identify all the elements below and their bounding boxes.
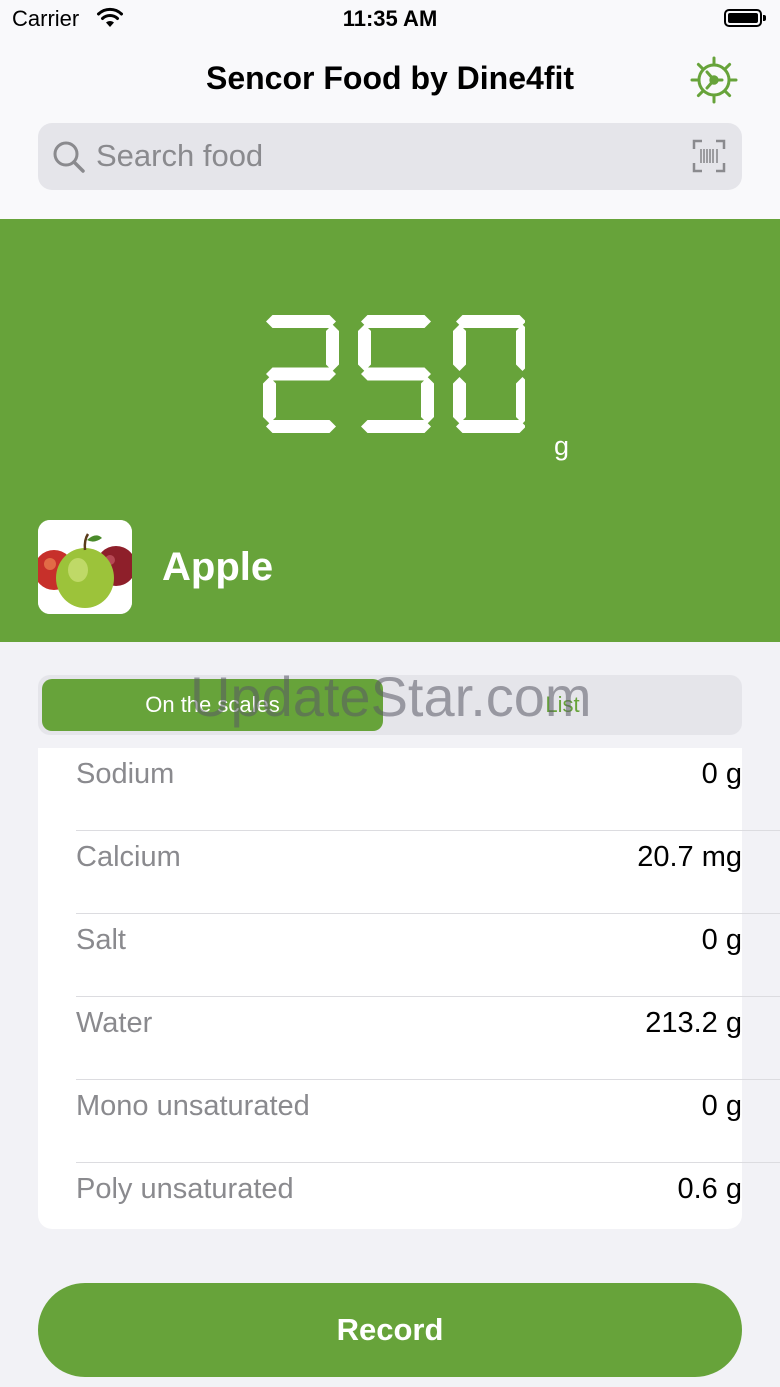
nutrient-row: Poly unsaturated 0.6 g [76, 1163, 742, 1246]
digit-segment [361, 315, 431, 328]
digit-segment [263, 377, 276, 424]
nutrient-name: Salt [76, 924, 126, 956]
nutrient-value: 0 g [701, 1090, 742, 1122]
nutrient-name: Sodium [76, 758, 175, 790]
food-image [38, 520, 132, 614]
scale-weight-display [263, 315, 525, 433]
food-name: Apple [162, 545, 274, 589]
search-input[interactable] [96, 133, 656, 179]
digit-segment [266, 420, 336, 433]
nutrient-value: 20.7 mg [637, 841, 742, 873]
nutrient-row: Mono unsaturated 0 g [76, 1080, 780, 1163]
digit-segment [358, 324, 371, 371]
nutrient-row: Calcium 20.7 mg [76, 831, 780, 914]
nutrient-value: 0.6 g [677, 1173, 743, 1205]
barcode-scan-icon[interactable] [692, 139, 726, 173]
record-button[interactable]: Record [38, 1283, 742, 1377]
nutrient-row: Water 213.2 g [76, 997, 780, 1080]
digit-segment [421, 377, 434, 424]
gear-icon[interactable] [690, 56, 738, 104]
search-icon [53, 141, 85, 173]
status-time: 11:35 AM [342, 6, 438, 31]
status-bar: Carrier 11:35 AM [0, 0, 780, 40]
nutrient-value: 0 g [701, 924, 742, 956]
digit-segment [361, 367, 431, 381]
weight-unit: g [554, 431, 570, 461]
search-bar[interactable] [38, 123, 742, 190]
nutrient-name: Mono unsaturated [76, 1090, 310, 1122]
nutrient-row: Salt 0 g [76, 914, 780, 997]
nutrient-value: 213.2 g [645, 1007, 742, 1039]
nutrient-row: Sodium 0 g [76, 748, 780, 831]
nutrients-card: Sodium 0 g Calcium 20.7 mg Salt 0 g Wate… [38, 748, 780, 1229]
nutrient-name: Poly unsaturated [76, 1173, 294, 1205]
digit-segment [456, 420, 525, 433]
nutrient-value: 0 g [701, 758, 742, 790]
page-title: Sencor Food by Dine4fit [205, 60, 575, 96]
digit-segment [453, 324, 466, 371]
digit-segment [516, 377, 525, 424]
digit-segment [326, 324, 339, 371]
battery-icon [724, 9, 766, 27]
digit-segment [266, 315, 336, 328]
nutrient-name: Calcium [76, 841, 181, 873]
nutrient-name: Water [76, 1007, 153, 1039]
digit-segment [453, 377, 466, 424]
scale-display-panel: g Apple [0, 219, 780, 642]
digit-segment [456, 315, 525, 328]
digit-segment [361, 420, 431, 433]
watermark: UpdateStar.com [190, 665, 592, 728]
digit-segment [266, 367, 336, 381]
digit-segment [516, 324, 525, 371]
